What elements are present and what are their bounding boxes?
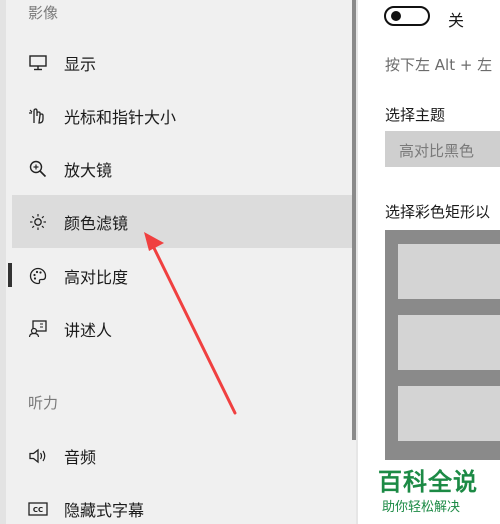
sidebar-item-high-contrast[interactable]: 高对比度 — [12, 249, 356, 302]
sidebar-item-narrator[interactable]: 讲述人 — [12, 302, 356, 355]
pointer-hand-icon — [26, 104, 50, 128]
watermark-logo: 百科全说 助你轻松解决 — [378, 462, 500, 524]
sidebar-item-label: 隐藏式字幕 — [64, 500, 145, 520]
sidebar-item-label: 放大镜 — [64, 160, 113, 180]
brightness-icon — [26, 210, 50, 234]
theme-dropdown[interactable]: 高对比黑色 — [385, 131, 500, 167]
sidebar-item-label: 讲述人 — [64, 320, 113, 340]
theme-label: 选择主题 — [385, 106, 446, 124]
section-header-vision: 影像 — [28, 4, 59, 22]
sidebar-item-color-filters[interactable]: 颜色滤镜 — [12, 195, 356, 248]
sidebar-item-magnifier[interactable]: 放大镜 — [12, 142, 356, 195]
sidebar-item-label: 光标和指针大小 — [64, 107, 177, 127]
magnifier-icon — [26, 157, 50, 181]
sidebar-scrollbar[interactable] — [352, 0, 356, 440]
sidebar-item-label: 颜色滤镜 — [64, 213, 129, 233]
watermark-subtitle: 助你轻松解决 — [382, 500, 461, 515]
sidebar-item-label: 高对比度 — [64, 267, 129, 287]
narrator-icon — [26, 317, 50, 341]
cc-icon: CC — [26, 497, 50, 521]
watermark-title: 百科全说 — [378, 468, 478, 496]
toggle-knob — [391, 11, 401, 21]
high-contrast-toggle[interactable] — [384, 6, 430, 26]
theme-preview — [385, 230, 500, 460]
section-header-hearing: 听力 — [28, 394, 59, 412]
preview-color-rect[interactable] — [398, 315, 500, 370]
svg-text:CC: CC — [33, 506, 43, 514]
speaker-icon — [26, 444, 50, 468]
sidebar-item-display[interactable]: 显示 — [12, 36, 356, 89]
sidebar-item-cursor-size[interactable]: 光标和指针大小 — [12, 89, 356, 142]
sidebar-item-closed-captions[interactable]: CC 隐藏式字幕 — [12, 482, 356, 524]
settings-content-pane: 关 按下左 Alt + 左 选择主题 高对比黑色 选择彩色矩形以 — [358, 0, 500, 524]
toggle-state-label: 关 — [448, 11, 465, 30]
monitor-icon — [26, 51, 50, 75]
settings-sidebar: 影像 显示 光标和指针大小 放大镜 颜色滤镜 高对比度 讲述人 听力 音频 CC… — [6, 0, 356, 524]
color-rect-label: 选择彩色矩形以 — [385, 203, 491, 221]
sidebar-item-label: 显示 — [64, 54, 97, 74]
preview-color-rect[interactable] — [398, 244, 500, 299]
sidebar-item-label: 音频 — [64, 447, 97, 467]
sidebar-item-audio[interactable]: 音频 — [12, 429, 356, 482]
shortcut-hint: 按下左 Alt + 左 — [385, 56, 493, 74]
theme-dropdown-value: 高对比黑色 — [399, 142, 475, 160]
palette-icon — [26, 264, 50, 288]
preview-color-rect[interactable] — [398, 386, 500, 441]
